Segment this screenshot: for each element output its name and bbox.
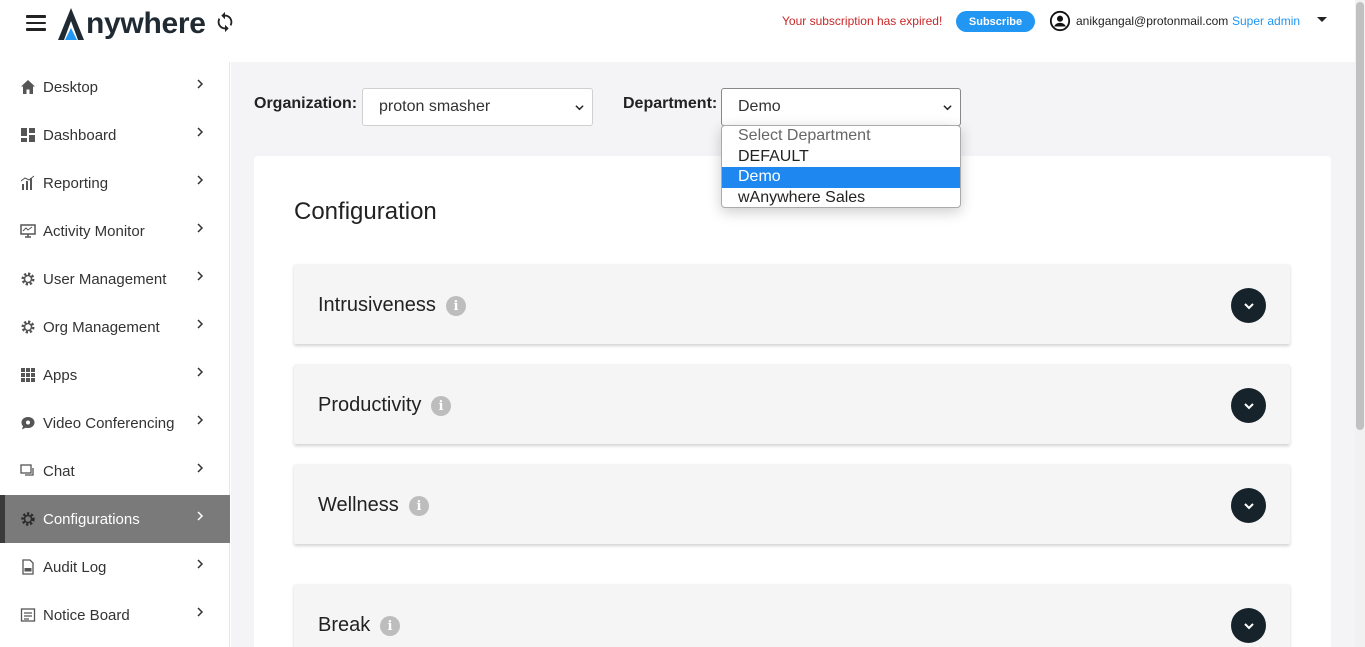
- organization-select[interactable]: proton smasher: [362, 88, 593, 126]
- accordion-wellness[interactable]: Wellness i: [294, 464, 1290, 544]
- sidebar-item-label: Notice Board: [43, 606, 130, 624]
- chevron-right-icon: [197, 415, 204, 425]
- chevron-right-icon: [197, 127, 204, 137]
- sidebar-item-apps[interactable]: Apps: [0, 351, 230, 399]
- expand-chevron-icon[interactable]: [1231, 608, 1266, 643]
- sync-icon[interactable]: [214, 11, 236, 33]
- accordion-break[interactable]: Break i: [294, 584, 1290, 647]
- chevron-down-icon: [575, 105, 584, 111]
- sidebar-item-configurations[interactable]: Configurations: [0, 495, 230, 543]
- sidebar-item-label: Desktop: [43, 78, 99, 96]
- sidebar-item-label: Dashboard: [43, 126, 117, 144]
- account-circle-icon[interactable]: [1049, 10, 1071, 32]
- accordion-title: Wellness: [318, 494, 399, 516]
- organization-label: Organization:: [254, 95, 358, 112]
- subscription-expired-text: Your subscription has expired!: [782, 14, 943, 28]
- home-icon: [21, 80, 35, 94]
- chevron-right-icon: [197, 559, 204, 569]
- chevron-right-icon: [197, 319, 204, 329]
- sidebar-item-label: Org Management: [43, 318, 160, 336]
- sidebar-item-chat[interactable]: Chat: [0, 447, 230, 495]
- user-menu-caret-icon[interactable]: [1317, 17, 1327, 22]
- chevron-right-icon: [197, 271, 204, 281]
- logo-text: nywhere: [86, 7, 206, 40]
- department-option-selected[interactable]: Demo: [722, 167, 960, 188]
- sidebar-item-label: Reporting: [43, 174, 109, 192]
- info-icon[interactable]: i: [380, 616, 400, 636]
- sidebar-item-label: Activity Monitor: [43, 222, 145, 240]
- department-option[interactable]: wAnywhere Sales: [722, 188, 960, 208]
- user-role: Super admin: [1232, 14, 1301, 28]
- gear-icon: [21, 272, 35, 286]
- expand-chevron-icon[interactable]: [1231, 388, 1266, 423]
- sidebar-item-label: Apps: [43, 366, 78, 384]
- accordion-title: Intrusiveness: [318, 294, 436, 316]
- chevron-right-icon: [197, 511, 204, 521]
- sidebar-item-user-management[interactable]: User Management: [0, 255, 230, 303]
- department-option[interactable]: Select Department: [722, 126, 960, 147]
- scrollbar-thumb[interactable]: [1356, 2, 1364, 430]
- apps-grid-icon: [21, 368, 35, 382]
- settings-icon: [21, 512, 35, 526]
- chat-icon: [20, 464, 34, 476]
- expand-chevron-icon[interactable]: [1231, 488, 1266, 523]
- chevron-right-icon: [197, 175, 204, 185]
- sidebar-item-label: Chat: [43, 462, 75, 480]
- accordion-title: Productivity: [318, 394, 422, 416]
- department-select-value: Demo: [738, 98, 781, 115]
- sidebar-item-activity-monitor[interactable]: Activity Monitor: [0, 207, 230, 255]
- department-dropdown-list: Select Department DEFAULT Demo wAnywhere…: [721, 125, 961, 208]
- chevron-right-icon: [197, 79, 204, 89]
- expand-chevron-icon[interactable]: [1231, 288, 1266, 323]
- sidebar-item-label: User Management: [43, 270, 167, 288]
- accordion-title: Break: [318, 614, 371, 636]
- hamburger-menu-icon[interactable]: [26, 15, 46, 31]
- sidebar-item-label: Video Conferencing: [43, 414, 175, 432]
- chevron-right-icon: [197, 223, 204, 233]
- dashboard-icon: [21, 128, 35, 142]
- accordion-intrusiveness[interactable]: Intrusiveness i: [294, 264, 1290, 344]
- log-icon: [22, 559, 34, 575]
- sidebar-item-org-management[interactable]: Org Management: [0, 303, 230, 351]
- department-select[interactable]: Demo: [721, 88, 961, 126]
- sidebar-item-label: Audit Log: [43, 558, 107, 576]
- accordion-productivity[interactable]: Productivity i: [294, 364, 1290, 444]
- bar-chart-icon: [20, 175, 35, 190]
- sidebar-item-video-conferencing[interactable]: Video Conferencing: [0, 399, 230, 447]
- app-logo[interactable]: nywhere: [56, 2, 206, 42]
- page-title: Configuration: [294, 198, 437, 225]
- monitor-icon: [20, 224, 36, 238]
- chevron-right-icon: [197, 463, 204, 473]
- user-email: anikgangal@protonmail.com: [1076, 14, 1229, 28]
- chat-bubble-icon: [21, 417, 35, 430]
- organization-select-value: proton smasher: [379, 98, 491, 115]
- sidebar: Desktop Dashboard Reporting Activity Mon…: [0, 62, 230, 647]
- sidebar-item-desktop[interactable]: Desktop: [0, 63, 230, 111]
- chevron-down-icon: [943, 105, 952, 111]
- department-label: Department:: [623, 95, 718, 112]
- sidebar-item-label: Configurations: [43, 510, 140, 528]
- info-icon[interactable]: i: [446, 296, 466, 316]
- chevron-right-icon: [197, 607, 204, 617]
- configuration-card: Configuration Intrusiveness i Productivi…: [254, 156, 1331, 647]
- gear-icon: [21, 320, 35, 334]
- notice-icon: [20, 608, 36, 622]
- sidebar-item-audit-log[interactable]: Audit Log: [0, 543, 230, 591]
- info-icon[interactable]: i: [409, 496, 429, 516]
- subscribe-button[interactable]: Subscribe: [956, 11, 1035, 32]
- sidebar-item-reporting[interactable]: Reporting: [0, 159, 230, 207]
- logo-a-icon: [58, 8, 84, 40]
- chevron-right-icon: [197, 367, 204, 377]
- department-option[interactable]: DEFAULT: [722, 147, 960, 168]
- top-header: nywhere Your subscription has expired! S…: [0, 0, 1355, 62]
- sidebar-item-notice-board[interactable]: Notice Board: [0, 591, 230, 639]
- info-icon[interactable]: i: [431, 396, 451, 416]
- sidebar-item-dashboard[interactable]: Dashboard: [0, 111, 230, 159]
